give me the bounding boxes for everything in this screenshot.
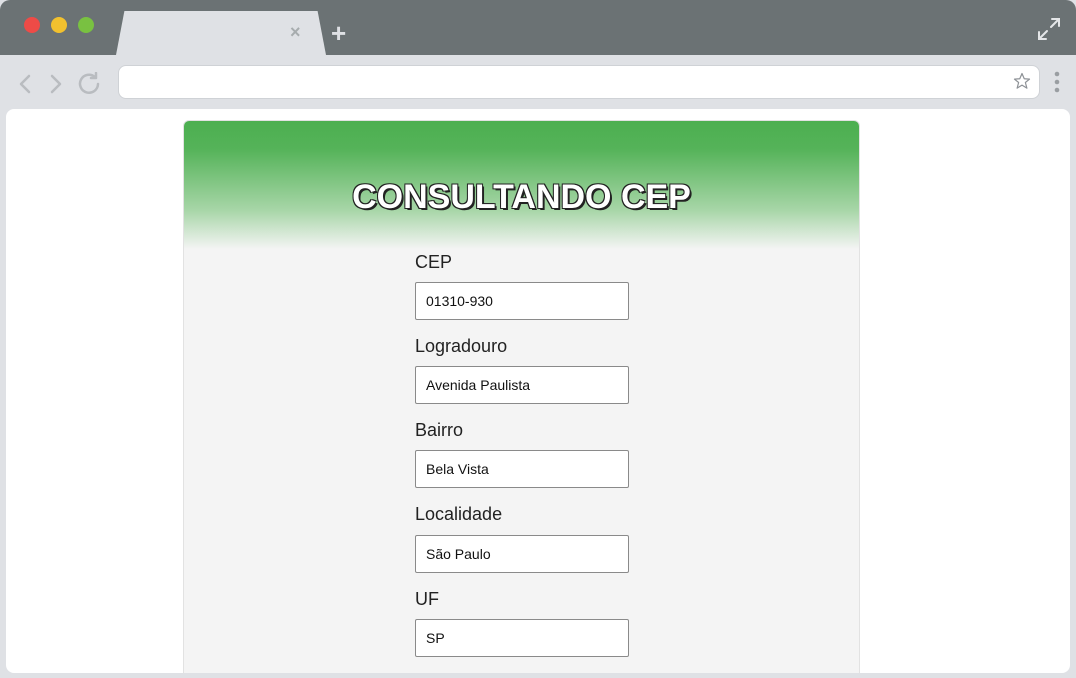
menu-icon[interactable]	[1053, 70, 1061, 94]
uf-label: UF	[415, 589, 439, 609]
localidade-label: Localidade	[415, 504, 503, 524]
reload-icon[interactable]	[76, 72, 104, 96]
logradouro-input[interactable]	[415, 366, 629, 404]
new-tab-button[interactable]: +	[331, 20, 346, 46]
bairro-input[interactable]	[415, 450, 629, 488]
minimize-window-button[interactable]	[51, 17, 67, 33]
zoom-window-button[interactable]	[78, 17, 94, 33]
page-viewport: CONSULTANDO CEP CEP Logradouro Bairro Lo…	[6, 109, 1070, 673]
logradouro-label: Logradouro	[415, 336, 508, 356]
close-icon[interactable]: ×	[290, 22, 301, 42]
bairro-label: Bairro	[415, 420, 464, 440]
cep-form-card: CONSULTANDO CEP CEP Logradouro Bairro Lo…	[183, 120, 860, 673]
forward-icon[interactable]	[44, 72, 66, 96]
page-title: CONSULTANDO CEP	[352, 178, 691, 216]
browser-window: × + CONSULTANDO CEP CEP Lograd	[0, 0, 1076, 678]
close-window-button[interactable]	[24, 17, 40, 33]
star-icon[interactable]	[1013, 72, 1031, 90]
uf-input[interactable]	[415, 619, 629, 657]
cep-label: CEP	[415, 252, 453, 272]
expand-icon[interactable]	[1036, 16, 1062, 42]
back-icon[interactable]	[15, 72, 37, 96]
localidade-input[interactable]	[415, 535, 629, 573]
cep-input[interactable]	[415, 282, 629, 320]
address-bar[interactable]	[118, 65, 1040, 99]
